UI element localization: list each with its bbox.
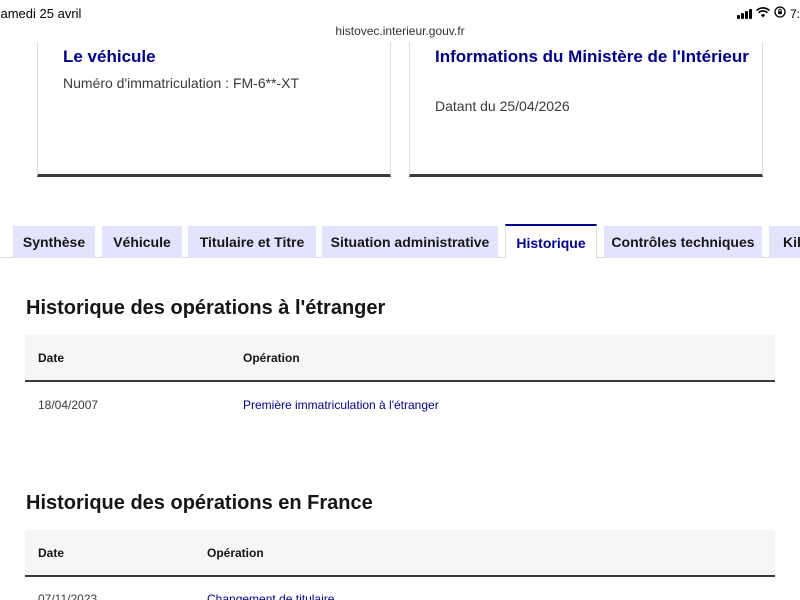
tab-synthese[interactable]: Synthèse (13, 226, 95, 258)
column-header-date: Date (38, 351, 65, 365)
orientation-lock-icon (774, 6, 786, 21)
registration-number: Numéro d'immatriculation : FM-6**-XT (63, 75, 300, 91)
tab-kilometrage[interactable]: Kilo (769, 226, 800, 258)
abroad-history-title: Historique des opérations à l'étranger (26, 297, 386, 319)
cellular-signal-icon (736, 8, 752, 19)
abroad-row-operation-link[interactable]: Première immatriculation à l'étranger (243, 398, 439, 412)
column-header-operation: Opération (207, 546, 264, 560)
column-header-date: Date (38, 546, 65, 560)
column-header-operation: Opération (243, 351, 300, 365)
abroad-table-header: Date Opération (25, 335, 775, 382)
tab-controles-techniques[interactable]: Contrôles techniques (604, 226, 762, 258)
tab-titulaire-et-titre[interactable]: Titulaire et Titre (188, 226, 316, 258)
france-table-header: Date Opération (25, 530, 775, 577)
tab-situation-administrative[interactable]: Situation administrative (322, 226, 498, 258)
status-bar: samedi 25 avril 7: (0, 0, 800, 22)
vehicle-card-title[interactable]: Le véhicule (63, 45, 383, 68)
tab-historique[interactable]: Historique (505, 224, 597, 259)
wifi-icon (756, 6, 770, 21)
url-bar[interactable]: histovec.interieur.gouv.fr (0, 24, 800, 38)
france-row-operation-link[interactable]: Changement de titulaire (207, 592, 334, 600)
status-icons: 7: (736, 6, 800, 21)
france-history-title: Historique des opérations en France (26, 492, 373, 514)
status-time: 7: (789, 6, 800, 21)
vehicle-card: Le véhicule Numéro d'immatriculation : F… (37, 42, 391, 177)
tab-vehicule[interactable]: Véhicule (102, 226, 182, 258)
abroad-row-date: 18/04/2007 (38, 398, 99, 412)
status-date: samedi 25 avril (0, 6, 82, 21)
ministry-card-title[interactable]: Informations du Ministère de l'Intérieur (435, 45, 755, 68)
tab-bar: Synthèse Véhicule Titulaire et Titre Sit… (0, 224, 800, 259)
ministry-card: Informations du Ministère de l'Intérieur… (409, 42, 763, 177)
ministry-date: Datant du 25/04/2026 (435, 98, 570, 114)
france-row-date: 07/11/2023 (38, 592, 98, 600)
